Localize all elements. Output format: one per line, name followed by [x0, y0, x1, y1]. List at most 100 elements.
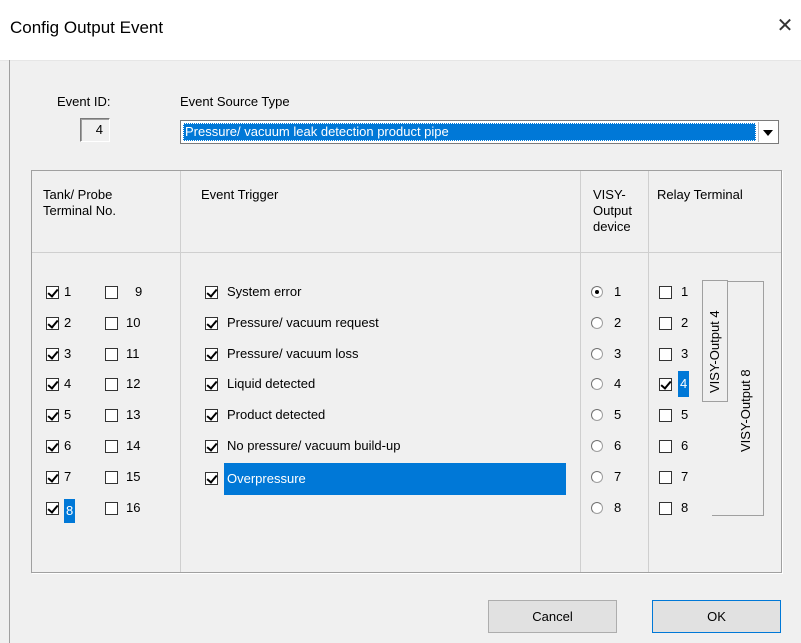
checkbox-icon[interactable] [659, 286, 672, 299]
tank-label: 7 [64, 469, 72, 484]
tank-label: 12 [126, 376, 141, 391]
tank-label: 1 [64, 284, 72, 299]
checkbox-icon[interactable] [205, 286, 218, 299]
checkbox-icon[interactable] [105, 317, 118, 330]
checkbox-icon[interactable] [105, 409, 118, 422]
checkbox-icon[interactable] [46, 502, 59, 515]
event-id-field: 4 [80, 118, 110, 142]
tank-label: 9 [135, 284, 143, 299]
visy-label: 5 [614, 407, 622, 422]
checkbox-icon[interactable] [205, 440, 218, 453]
trigger-label: System error [227, 284, 302, 299]
visy-label: 3 [614, 346, 622, 361]
tank-label: 6 [64, 438, 72, 453]
checkbox-icon[interactable] [205, 348, 218, 361]
trigger-label: Pressure/ vacuum loss [227, 346, 359, 361]
relay-header: Relay Terminal [657, 187, 743, 202]
radio-icon[interactable] [591, 378, 603, 390]
trigger-label: Liquid detected [227, 376, 316, 391]
checkbox-icon[interactable] [659, 409, 672, 422]
checkbox-icon[interactable] [205, 317, 218, 330]
cancel-button[interactable]: Cancel [488, 600, 617, 633]
checkbox-icon[interactable] [46, 440, 59, 453]
event-source-select[interactable]: Pressure/ vacuum leak detection product … [180, 120, 779, 144]
tank-label: 16 [126, 500, 141, 515]
relay-label: 2 [681, 315, 689, 330]
radio-icon[interactable] [591, 348, 603, 360]
chevron-down-icon[interactable] [758, 122, 777, 142]
ok-button[interactable]: OK [652, 600, 781, 633]
window-edge [9, 60, 10, 643]
relay-label: 7 [681, 469, 689, 484]
header-divider [32, 252, 781, 253]
tank-label: 13 [126, 407, 141, 422]
relay-group-4-label-front: VISY-Output 4 [707, 310, 722, 393]
checkbox-icon[interactable] [205, 472, 218, 485]
checkbox-icon[interactable] [205, 378, 218, 391]
tank-label: 2 [64, 315, 72, 330]
radio-icon[interactable] [591, 502, 603, 514]
checkbox-icon[interactable] [659, 502, 672, 515]
visy-label: 2 [614, 315, 622, 330]
checkbox-icon[interactable] [46, 348, 59, 361]
tank-label: 11 [126, 346, 140, 361]
tank-label: 3 [64, 346, 72, 361]
tank-label: 14 [126, 438, 141, 453]
visy-header-line3: device [593, 219, 631, 234]
checkbox-icon[interactable] [46, 409, 59, 422]
tank-header-line2: Terminal No. [43, 203, 116, 218]
tank-label: 4 [64, 376, 72, 391]
tank-label: 10 [126, 315, 141, 330]
tank-label: 5 [64, 407, 72, 422]
column-divider [580, 171, 581, 572]
checkbox-icon[interactable] [46, 471, 59, 484]
column-divider [180, 171, 181, 572]
checkbox-icon[interactable] [105, 286, 118, 299]
visy-label: 8 [614, 500, 622, 515]
checkbox-icon[interactable] [205, 409, 218, 422]
relay-group-output-4-front: VISY-Output 4 [702, 280, 728, 402]
radio-icon[interactable] [591, 317, 603, 329]
event-source-value[interactable]: Pressure/ vacuum leak detection product … [183, 123, 756, 141]
trigger-header: Event Trigger [201, 187, 279, 202]
checkbox-icon[interactable] [105, 348, 118, 361]
checkbox-icon[interactable] [46, 317, 59, 330]
column-divider [648, 171, 649, 572]
checkbox-icon[interactable] [105, 502, 118, 515]
visy-header-line1: VISY- [593, 187, 626, 202]
checkbox-icon[interactable] [46, 286, 59, 299]
checkbox-icon[interactable] [659, 471, 672, 484]
relay-label: 3 [681, 346, 689, 361]
visy-label: 7 [614, 469, 622, 484]
event-source-label: Event Source Type [180, 94, 290, 109]
radio-icon[interactable] [591, 471, 603, 483]
close-icon[interactable]: ✕ [773, 14, 797, 38]
trigger-label: Overpressure [227, 471, 306, 486]
checkbox-icon[interactable] [46, 378, 59, 391]
checkbox-icon[interactable] [105, 471, 118, 484]
visy-label: 6 [614, 438, 622, 453]
relay-label: 6 [681, 438, 689, 453]
radio-icon[interactable] [591, 409, 603, 421]
checkbox-icon[interactable] [105, 440, 118, 453]
tank-label: 15 [126, 469, 141, 484]
radio-icon[interactable] [591, 440, 603, 452]
relay-label: 4 [678, 371, 690, 397]
checkbox-icon[interactable] [659, 348, 672, 361]
visy-header-line2: Output [593, 203, 633, 218]
relay-label: 8 [681, 500, 689, 515]
window-title: Config Output Event [10, 18, 164, 37]
checkbox-icon[interactable] [659, 378, 672, 391]
visy-label: 4 [614, 376, 622, 391]
checkbox-icon[interactable] [105, 378, 118, 391]
radio-icon[interactable] [591, 286, 603, 298]
relay-label: 1 [681, 284, 689, 299]
trigger-label: No pressure/ vacuum build-up [227, 438, 401, 453]
event-id-label: Event ID: [57, 94, 111, 109]
checkbox-icon[interactable] [659, 440, 672, 453]
visy-label: 1 [614, 284, 622, 299]
title-bar: Config Output Event ✕ [0, 0, 801, 61]
relay-group-8-label: VISY-Output 8 [738, 369, 753, 452]
trigger-label: Pressure/ vacuum request [227, 315, 379, 330]
checkbox-icon[interactable] [659, 317, 672, 330]
